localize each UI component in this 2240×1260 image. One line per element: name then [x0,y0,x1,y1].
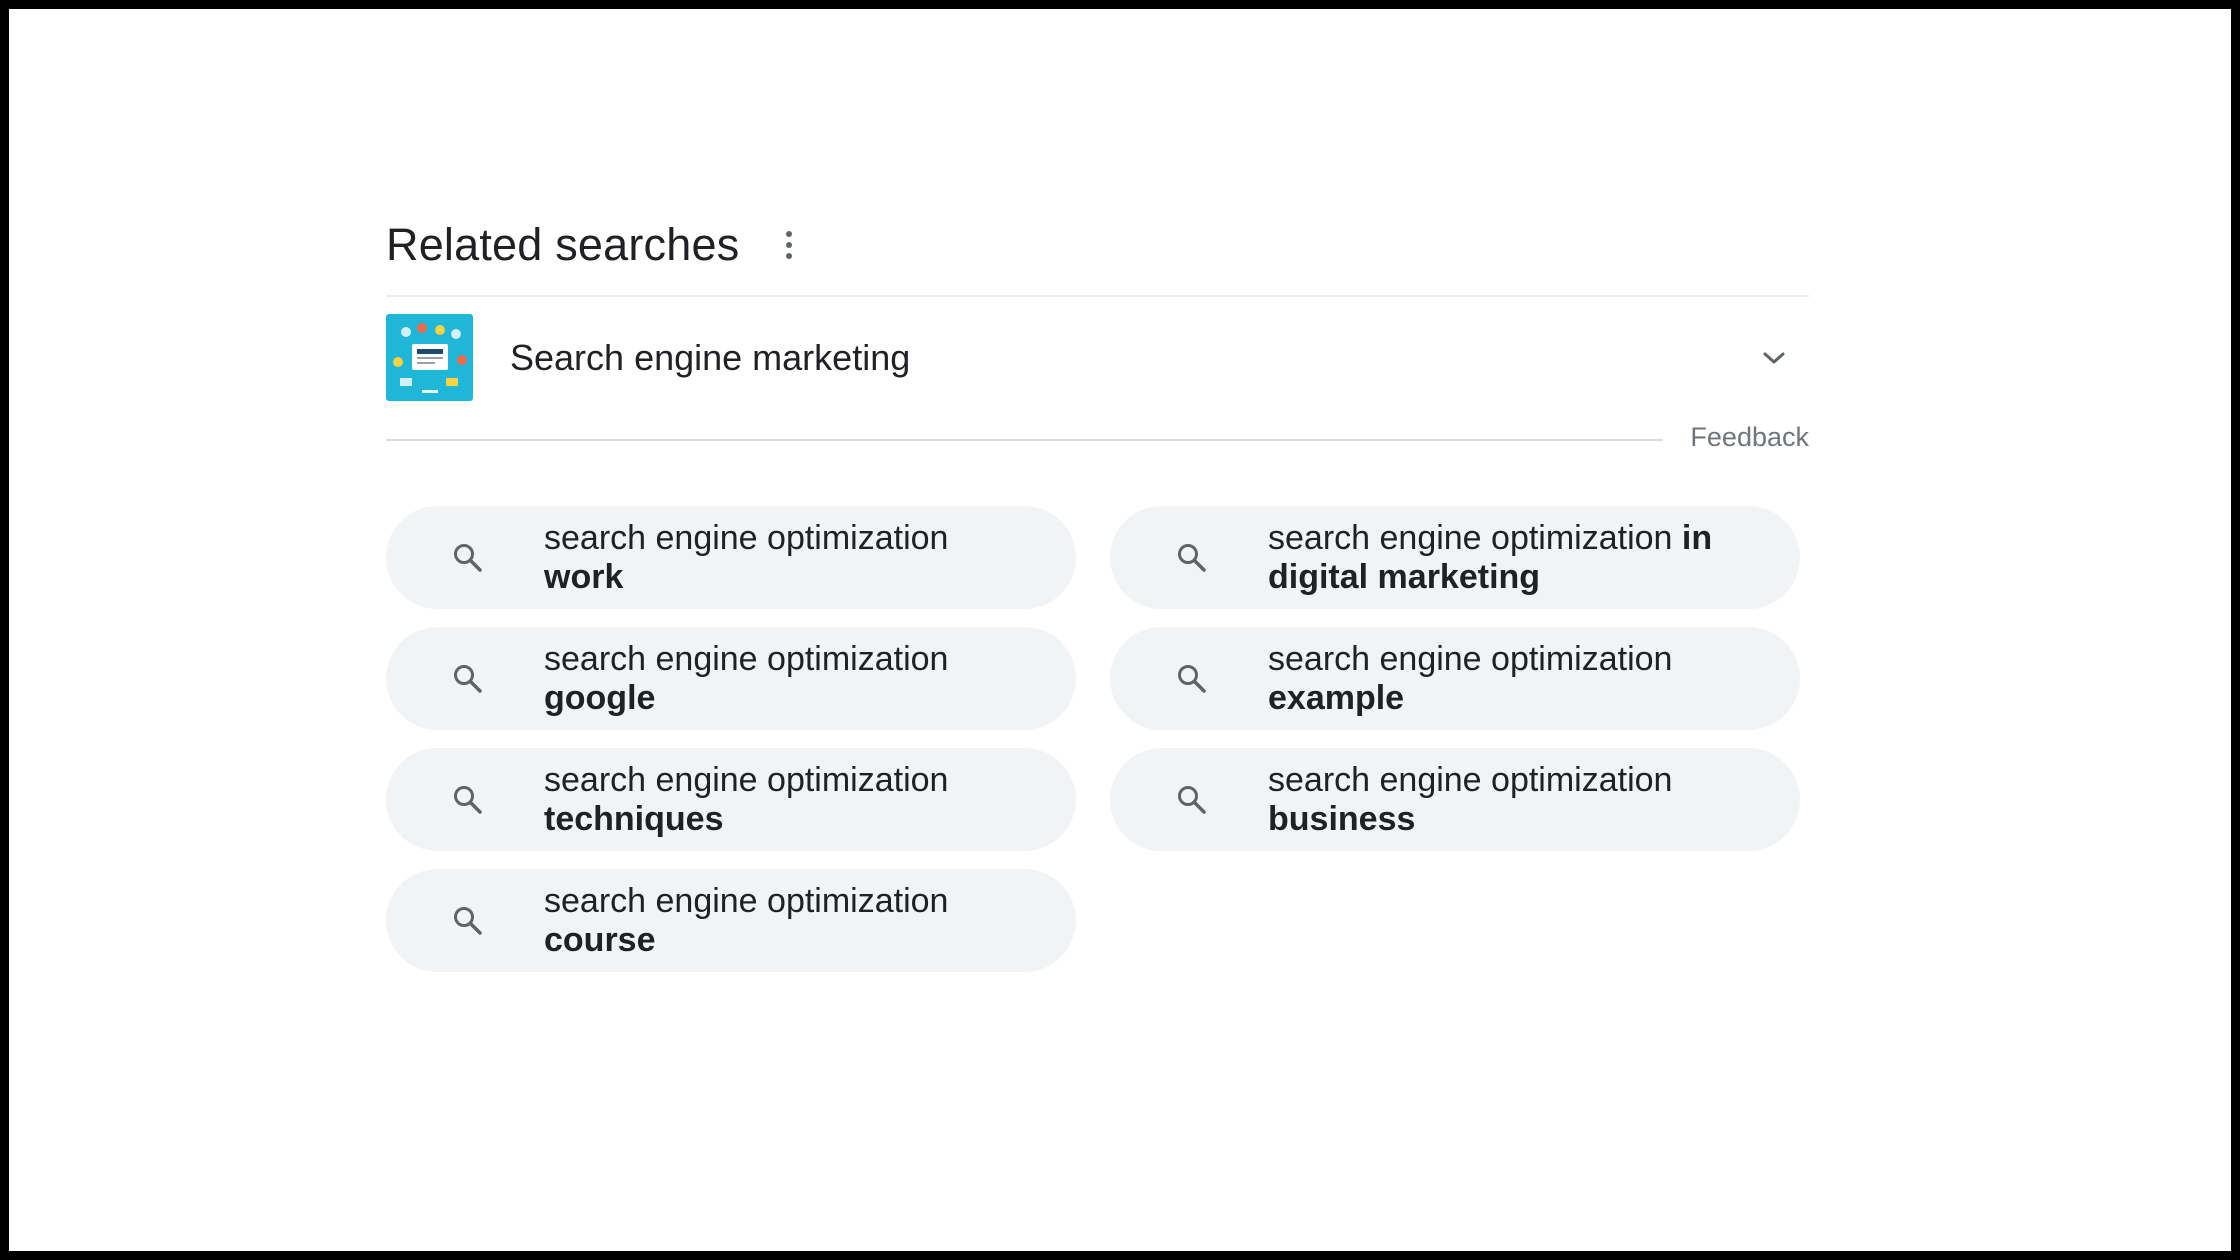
entity-label: Search engine marketing [510,336,911,378]
suggestion-chip[interactable]: search engine optimization in digital ma… [1110,506,1800,609]
feedback-link[interactable]: Feedback [1690,422,1809,453]
suggestion-chip[interactable]: search engine optimization example [1110,627,1800,730]
suggestion-text: search engine optimization business [1268,761,1672,839]
suggestion-bold: work [544,557,624,596]
suggestion-inline-bold: in [1681,518,1713,557]
search-icon [448,538,488,578]
suggestion-prefix: search engine optimization [1268,518,1673,557]
suggestion-prefix: search engine optimization [544,881,949,920]
suggestion-prefix: search engine optimization [1268,760,1673,799]
suggestion-bold: course [544,920,656,959]
suggestion-chip[interactable]: search engine optimization work [386,506,1076,609]
suggestion-chip[interactable]: search engine optimization course [386,869,1076,972]
search-icon [1172,538,1212,578]
related-searches-header: Related searches [386,209,1809,281]
entity-accordion-search-engine-marketing[interactable]: Search engine marketing [386,297,1809,418]
suggestion-prefix: search engine optimization [544,639,949,678]
feedback-row: Feedback [386,420,1809,468]
suggestion-chip[interactable]: search engine optimization business [1110,748,1800,851]
suggestion-bold: google [544,678,656,717]
more-vert-icon[interactable] [777,227,801,263]
section-title: Related searches [386,219,740,270]
suggestion-text: search engine optimization work [544,519,948,597]
suggestion-text: search engine optimization course [544,882,948,960]
chevron-down-icon[interactable] [1759,343,1789,373]
search-icon [448,901,488,941]
suggestion-chip[interactable]: search engine optimization techniques [386,748,1076,851]
suggestion-prefix: search engine optimization [544,518,949,557]
search-icon [1172,780,1212,820]
suggestion-prefix: search engine optimization [544,760,949,799]
suggestion-text: search engine optimization techniques [544,761,948,839]
feedback-divider [386,439,1663,441]
entity-thumbnail [386,314,473,401]
suggestion-text: search engine optimization example [1268,640,1672,718]
suggestion-text: search engine optimization in digital ma… [1268,519,1712,597]
related-searches-section: Related searches Search engine marketing… [386,209,1809,972]
search-icon [448,780,488,820]
suggestion-bold: example [1268,678,1405,717]
search-icon [448,659,488,699]
suggestion-chip[interactable]: search engine optimization google [386,627,1076,730]
suggestion-text: search engine optimization google [544,640,948,718]
suggestion-prefix: search engine optimization [1268,639,1673,678]
search-icon [1172,659,1212,699]
suggestion-bold: business [1268,799,1416,838]
suggestion-grid: search engine optimization work search e… [386,506,1809,972]
suggestion-bold: techniques [544,799,724,838]
suggestion-bold: digital marketing [1268,557,1541,596]
page-frame: Related searches Search engine marketing… [9,9,2231,1251]
